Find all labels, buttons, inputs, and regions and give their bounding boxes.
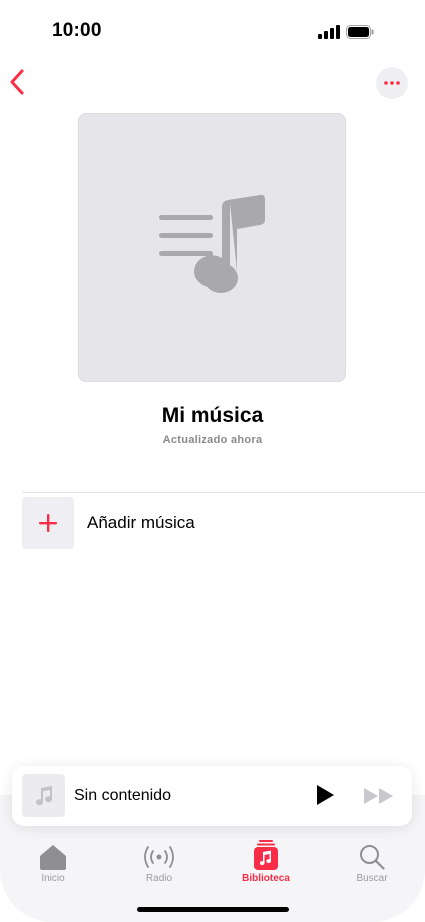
music-note-icon — [35, 785, 52, 805]
playlist-updated-status: Actualizado ahora — [162, 434, 263, 446]
plus-icon — [39, 514, 57, 532]
add-music-tile — [22, 497, 74, 549]
playlist-music-note-icon — [159, 194, 265, 293]
play-icon[interactable] — [315, 784, 335, 806]
back-chevron-icon[interactable] — [8, 68, 28, 96]
tab-label: Radio — [145, 873, 173, 884]
playlist-title: Mi música — [161, 404, 264, 427]
search-icon — [360, 845, 385, 870]
tab-label: Biblioteca — [242, 873, 290, 884]
tab-label: Inicio — [41, 873, 65, 884]
fast-forward-icon[interactable] — [363, 787, 395, 805]
radio-icon — [144, 846, 174, 868]
home-indicator — [137, 907, 289, 912]
tab-radio[interactable]: Radio — [119, 838, 199, 884]
tab-biblioteca[interactable]: Biblioteca — [226, 838, 306, 884]
tab-inicio[interactable]: Inicio — [13, 838, 93, 884]
status-time: 10:00 — [52, 20, 102, 41]
mini-player-artwork — [22, 774, 65, 817]
more-options-button[interactable] — [376, 67, 408, 99]
library-icon — [254, 840, 278, 870]
divider — [22, 492, 425, 493]
tab-label: Buscar — [356, 873, 388, 884]
add-music-label: Añadir música — [87, 513, 195, 532]
battery-icon — [346, 25, 374, 39]
mini-player-title: Sin contenido — [74, 787, 171, 804]
ellipsis-icon — [384, 81, 400, 85]
tab-buscar[interactable]: Buscar — [332, 838, 412, 884]
add-music-button[interactable]: Añadir música — [22, 497, 425, 551]
signal-icon — [318, 25, 340, 39]
home-icon — [40, 845, 66, 870]
mini-player[interactable]: Sin contenido — [12, 766, 412, 826]
